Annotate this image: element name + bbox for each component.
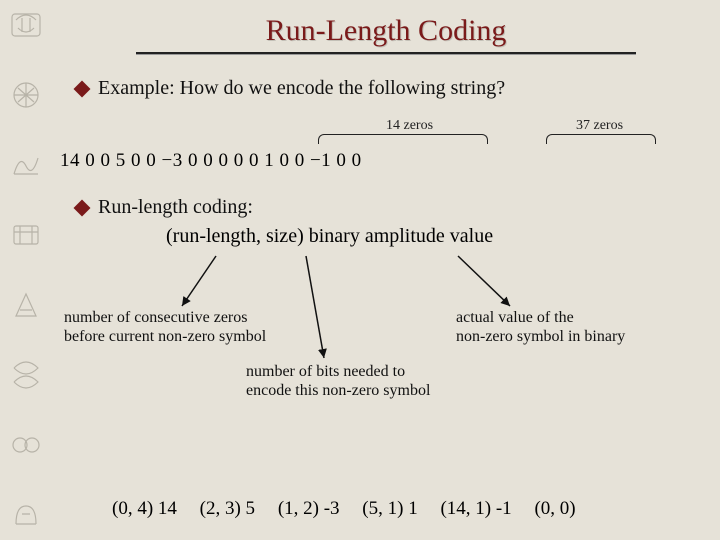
decor-glyph <box>8 288 44 322</box>
arrow-to-runlength <box>176 254 236 314</box>
note-line: number of bits needed to <box>246 362 476 381</box>
encoded-token: (2, 3) 5 <box>200 498 255 519</box>
decor-glyph <box>8 148 44 182</box>
arrow-to-size <box>286 254 346 364</box>
arrow-to-value <box>448 254 528 314</box>
number-sequence: 14 0 0 5 0 0 −3 0 0 0 0 0 1 0 0 −1 0 0 <box>60 150 362 172</box>
title-underline <box>136 52 636 55</box>
note-line: non-zero symbol in binary <box>456 327 686 346</box>
slide-content: Run-Length Coding Example: How do we enc… <box>56 0 716 540</box>
note-line: before current non-zero symbol <box>64 327 294 346</box>
decor-glyph <box>8 218 44 252</box>
encoded-token: (0, 4) 14 <box>112 498 177 519</box>
encoded-token: (14, 1) -1 <box>440 498 511 519</box>
note-line: number of consecutive zeros <box>64 308 294 327</box>
note-value: actual value of the non-zero symbol in b… <box>456 308 686 346</box>
annotation-area: number of consecutive zeros before curre… <box>56 254 716 404</box>
decorative-glyph-column <box>8 8 48 532</box>
slide-title: Run-Length Coding <box>56 14 716 48</box>
encoded-token: (1, 2) -3 <box>278 498 340 519</box>
note-line: encode this non-zero symbol <box>246 381 476 400</box>
encoded-token: (5, 1) 1 <box>362 498 417 519</box>
decor-glyph <box>8 8 44 42</box>
brace-label-1: 14 zeros <box>386 118 433 134</box>
note-size: number of bits needed to encode this non… <box>246 362 476 400</box>
format-line: (run-length, size) binary amplitude valu… <box>166 225 716 248</box>
note-runlength: number of consecutive zeros before curre… <box>64 308 294 346</box>
bullet-icon <box>74 200 91 217</box>
bullet-1: Example: How do we encode the following … <box>76 77 716 100</box>
decor-glyph <box>8 78 44 112</box>
brace-1 <box>318 134 488 144</box>
encoded-token: (0, 0) <box>534 498 575 519</box>
brace-2 <box>546 134 656 144</box>
bullet-2-text: Run-length coding: <box>98 196 253 219</box>
sequence-area: 14 zeros 37 zeros 14 0 0 5 0 0 −3 0 0 0 … <box>56 118 716 188</box>
bullet-1-text: Example: How do we encode the following … <box>98 77 505 100</box>
encoded-sequence: (0, 4) 14 (2, 3) 5 (1, 2) -3 (5, 1) 1 (1… <box>112 498 594 520</box>
brace-label-2: 37 zeros <box>576 118 623 134</box>
bullet-2: Run-length coding: <box>76 196 716 219</box>
decor-glyph <box>8 428 44 462</box>
bullet-icon <box>74 81 91 98</box>
decor-glyph <box>8 358 44 392</box>
decor-glyph <box>8 498 44 532</box>
note-line: actual value of the <box>456 308 686 327</box>
